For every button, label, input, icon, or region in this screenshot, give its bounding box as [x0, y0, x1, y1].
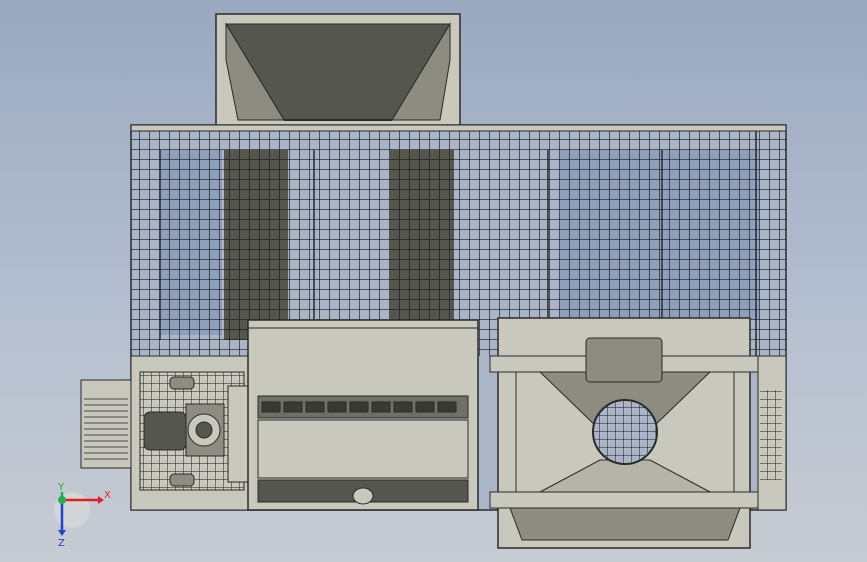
y-axis-label: Y [57, 482, 65, 493]
z-axis-label: Z [58, 538, 65, 549]
conveyor-housing [247, 319, 479, 511]
top-hopper [215, 13, 461, 127]
machine-drawing: X Y Z [54, 13, 787, 549]
axis-triad [54, 492, 104, 536]
output-hopper [489, 317, 759, 549]
x-axis-label: X [104, 490, 111, 501]
cad-viewport[interactable]: X Y Z [0, 0, 867, 562]
